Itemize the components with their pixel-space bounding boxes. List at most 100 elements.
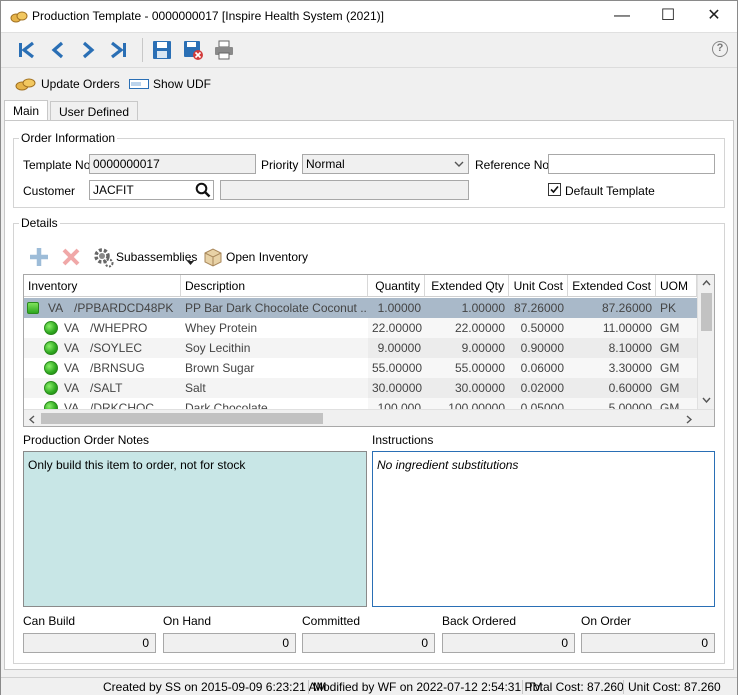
vertical-scroll-thumb[interactable] <box>701 293 712 331</box>
cell-inventory: /SALT <box>90 381 123 395</box>
template-no-label: Template No <box>23 158 91 172</box>
cell-location: VA <box>64 381 80 395</box>
coins-icon <box>15 78 36 91</box>
maximize-icon: ☐ <box>660 7 676 24</box>
unit-cost-info: Unit Cost: 87.260 <box>623 680 725 694</box>
minimize-button[interactable]: — <box>599 1 645 32</box>
cell-quantity: 22.00000 <box>368 318 425 338</box>
committed-label: Committed <box>302 614 361 628</box>
cell-extended-cost: 11.00000 <box>568 318 656 338</box>
title-bar: Production Template - 0000000017 [Inspir… <box>1 1 737 32</box>
cell-extended-cost: 0.60000 <box>568 378 656 398</box>
search-icon[interactable] <box>195 182 211 198</box>
cell-uom: GM <box>656 378 697 398</box>
status-bar: Created by SS on 2015-09-09 6:23:21 AM M… <box>1 677 737 695</box>
assembly-status-icon <box>27 302 39 314</box>
default-template-checkbox[interactable] <box>548 183 561 196</box>
delete-icon[interactable] <box>60 246 82 268</box>
cell-extended-cost: 87.26000 <box>601 301 652 315</box>
dropdown-arrow-icon <box>187 261 194 265</box>
table-row[interactable]: VA/BRNSUG Brown Sugar 55.00000 55.00000 0.06… <box>24 358 697 378</box>
column-header-extended-cost[interactable]: Extended Cost <box>568 275 656 297</box>
update-orders-label: Update Orders <box>41 77 120 91</box>
component-status-icon <box>44 321 58 335</box>
cell-unit-cost: 0.90000 <box>509 338 568 358</box>
column-header-quantity[interactable]: Quantity <box>368 275 425 297</box>
cell-extended-cost: 3.30000 <box>568 358 656 378</box>
instructions-textarea[interactable]: No ingredient substitutions <box>372 451 715 607</box>
cell-unit-cost: 0.50000 <box>509 318 568 338</box>
subassemblies-button[interactable]: Subassemblies <box>92 246 197 268</box>
cell-extended-qty: 30.00000 <box>425 378 509 398</box>
add-icon[interactable] <box>28 246 50 268</box>
column-header-description[interactable]: Description <box>181 275 368 297</box>
priority-value: Normal <box>306 157 345 171</box>
production-template-window: Production Template - 0000000017 [Inspir… <box>0 0 738 695</box>
action-toolbar: Update Orders Show UDF <box>1 67 737 99</box>
details-grid[interactable]: Inventory Description Quantity Extended … <box>23 274 715 427</box>
cell-location: VA <box>48 301 64 315</box>
grid-vertical-scrollbar[interactable] <box>697 275 714 409</box>
save-close-icon[interactable] <box>182 39 204 61</box>
cell-unit-cost: 0.02000 <box>509 378 568 398</box>
first-record-icon[interactable] <box>16 39 38 61</box>
gear-icon <box>94 248 114 268</box>
cell-quantity: 30.00000 <box>368 378 425 398</box>
table-row[interactable]: VA/SOYLEC Soy Lecithin 9.00000 9.00000 0.900… <box>24 338 697 358</box>
scroll-right-icon[interactable] <box>686 415 692 424</box>
column-header-uom[interactable]: UOM <box>656 275 697 297</box>
production-notes-label: Production Order Notes <box>23 433 150 447</box>
customer-name-field <box>220 180 469 200</box>
maximize-button[interactable]: ☐ <box>645 1 691 32</box>
udf-panel-icon <box>129 79 149 89</box>
checkmark-icon <box>550 185 559 194</box>
grid-horizontal-scrollbar[interactable] <box>24 409 714 426</box>
table-row[interactable]: VA/SALT Salt 30.00000 30.00000 0.02000 0.6000… <box>24 378 697 398</box>
help-button[interactable]: ? <box>712 41 728 57</box>
scroll-down-icon[interactable] <box>702 397 711 403</box>
table-row[interactable]: VA/PPBARDCD48PK PP Bar Dark Chocolate Coc… <box>24 298 697 318</box>
tab-main[interactable]: Main <box>4 100 49 122</box>
on-order-label: On Order <box>581 614 632 628</box>
box-icon <box>204 248 222 267</box>
print-icon[interactable] <box>213 39 235 61</box>
previous-record-icon[interactable] <box>47 39 69 61</box>
tab-user-defined[interactable]: User Defined <box>50 101 139 122</box>
scroll-left-icon[interactable] <box>29 415 35 424</box>
cell-description: Brown Sugar <box>185 361 255 375</box>
cell-unit-cost: 0.06000 <box>509 358 568 378</box>
production-notes-textarea[interactable]: Only build this item to order, not for s… <box>23 451 367 607</box>
column-header-inventory[interactable]: Inventory <box>24 275 181 297</box>
committed-value: 0 <box>302 633 435 653</box>
priority-select[interactable]: Normal <box>302 154 469 174</box>
cell-quantity: 1.00000 <box>377 301 421 315</box>
cell-uom: GM <box>656 338 697 358</box>
horizontal-scroll-thumb[interactable] <box>41 413 323 424</box>
cell-unit-cost: 87.26000 <box>513 301 564 315</box>
open-inventory-button[interactable]: Open Inventory <box>203 246 313 268</box>
cell-description: Soy Lecithin <box>185 341 251 355</box>
show-udf-label: Show UDF <box>153 77 212 91</box>
save-icon[interactable] <box>151 39 173 61</box>
customer-label: Customer <box>23 184 76 198</box>
next-record-icon[interactable] <box>77 39 99 61</box>
reference-no-field[interactable] <box>548 154 715 174</box>
scroll-up-icon[interactable] <box>702 280 711 286</box>
cell-extended-cost: 8.10000 <box>568 338 656 358</box>
template-no-field[interactable]: 0000000017 <box>89 154 256 174</box>
component-status-icon <box>44 381 58 395</box>
table-row[interactable]: VA/WHEPRO Whey Protein 22.00000 22.00000 0.5… <box>24 318 697 338</box>
on-order-value: 0 <box>581 633 715 653</box>
back-ordered-value: 0 <box>442 633 575 653</box>
cell-quantity: 9.00000 <box>368 338 425 358</box>
cell-extended-qty: 22.00000 <box>425 318 509 338</box>
customer-field[interactable]: JACFIT <box>89 180 214 200</box>
last-record-icon[interactable] <box>107 39 129 61</box>
component-status-icon <box>44 361 58 375</box>
close-button[interactable]: ✕ <box>691 1 737 32</box>
help-icon: ? <box>716 42 724 54</box>
column-header-extended-qty[interactable]: Extended Qty <box>425 275 509 297</box>
column-header-unit-cost[interactable]: Unit Cost <box>509 275 568 297</box>
close-icon: ✕ <box>707 7 721 24</box>
total-cost-info: Total Cost: 87.260 <box>522 680 628 694</box>
